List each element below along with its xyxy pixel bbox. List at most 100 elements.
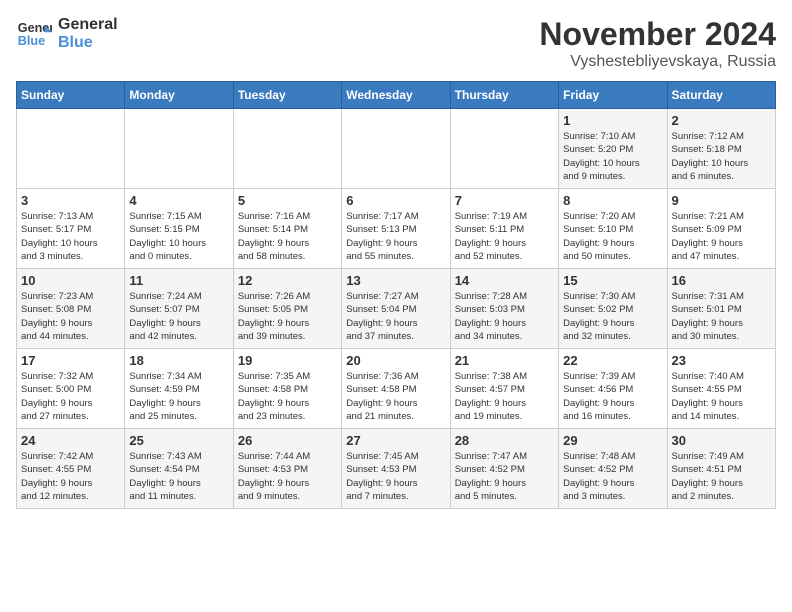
calendar-cell: 7 Sunrise: 7:19 AM Sunset: 5:11 PM Daylig… — [450, 189, 558, 269]
day-info: Sunrise: 7:43 AM Sunset: 4:54 PM Dayligh… — [129, 450, 228, 503]
calendar-cell: 29 Sunrise: 7:48 AM Sunset: 4:52 PM Dayli… — [559, 429, 667, 509]
day-number: 14 — [455, 273, 554, 288]
calendar-table: SundayMondayTuesdayWednesdayThursdayFrid… — [16, 81, 776, 509]
day-info: Sunrise: 7:15 AM Sunset: 5:15 PM Dayligh… — [129, 210, 228, 263]
day-number: 2 — [672, 113, 771, 128]
day-number: 25 — [129, 433, 228, 448]
day-number: 29 — [563, 433, 662, 448]
calendar-cell: 8 Sunrise: 7:20 AM Sunset: 5:10 PM Daylig… — [559, 189, 667, 269]
calendar-cell: 13 Sunrise: 7:27 AM Sunset: 5:04 PM Dayli… — [342, 269, 450, 349]
calendar-week-row: 17 Sunrise: 7:32 AM Sunset: 5:00 PM Dayli… — [17, 349, 776, 429]
logo-general: General — [58, 16, 118, 34]
calendar-cell — [450, 109, 558, 189]
calendar-cell: 5Sunrise: 7:16 AM Sunset: 5:14 PM Daylig… — [233, 189, 341, 269]
calendar-cell: 6Sunrise: 7:17 AM Sunset: 5:13 PM Daylig… — [342, 189, 450, 269]
calendar-cell: 21Sunrise: 7:38 AM Sunset: 4:57 PM Dayli… — [450, 349, 558, 429]
calendar-cell — [342, 109, 450, 189]
day-info: Sunrise: 7:36 AM Sunset: 4:58 PM Dayligh… — [346, 370, 445, 423]
calendar-cell: 23Sunrise: 7:40 AM Sunset: 4:55 PM Dayli… — [667, 349, 775, 429]
calendar-cell: 19 Sunrise: 7:35 AM Sunset: 4:58 PM Dayli… — [233, 349, 341, 429]
calendar-cell — [233, 109, 341, 189]
day-info: Sunrise: 7:24 AM Sunset: 5:07 PM Dayligh… — [129, 290, 228, 343]
day-info: Sunrise: 7:39 AM Sunset: 4:56 PM Dayligh… — [563, 370, 662, 423]
day-number: 9 — [672, 193, 771, 208]
month-title: November 2024 — [539, 16, 776, 53]
svg-text:Blue: Blue — [18, 34, 45, 48]
calendar-cell: 2 Sunrise: 7:12 AM Sunset: 5:18 PM Daylig… — [667, 109, 775, 189]
calendar-cell: 27 Sunrise: 7:45 AM Sunset: 4:53 PM Dayli… — [342, 429, 450, 509]
calendar-cell: 22 Sunrise: 7:39 AM Sunset: 4:56 PM Dayli… — [559, 349, 667, 429]
calendar-cell: 17 Sunrise: 7:32 AM Sunset: 5:00 PM Dayli… — [17, 349, 125, 429]
day-info: Sunrise: 7:49 AM Sunset: 4:51 PM Dayligh… — [672, 450, 771, 503]
calendar-cell: 16 Sunrise: 7:31 AM Sunset: 5:01 PM Dayli… — [667, 269, 775, 349]
day-info: Sunrise: 7:20 AM Sunset: 5:10 PM Dayligh… — [563, 210, 662, 263]
day-header-saturday: Saturday — [667, 82, 775, 109]
day-number: 26 — [238, 433, 337, 448]
day-number: 4 — [129, 193, 228, 208]
day-number: 28 — [455, 433, 554, 448]
calendar-cell: 3Sunrise: 7:13 AM Sunset: 5:17 PM Daylig… — [17, 189, 125, 269]
day-info: Sunrise: 7:21 AM Sunset: 5:09 PM Dayligh… — [672, 210, 771, 263]
day-info: Sunrise: 7:27 AM Sunset: 5:04 PM Dayligh… — [346, 290, 445, 343]
calendar-week-row: 3Sunrise: 7:13 AM Sunset: 5:17 PM Daylig… — [17, 189, 776, 269]
calendar-cell: 10 Sunrise: 7:23 AM Sunset: 5:08 PM Dayli… — [17, 269, 125, 349]
day-info: Sunrise: 7:23 AM Sunset: 5:08 PM Dayligh… — [21, 290, 120, 343]
calendar-cell: 1 Sunrise: 7:10 AM Sunset: 5:20 PM Daylig… — [559, 109, 667, 189]
title-area: November 2024 Vyshestebliyevskaya, Russi… — [539, 16, 776, 71]
day-number: 22 — [563, 353, 662, 368]
day-number: 13 — [346, 273, 445, 288]
calendar-header-row: SundayMondayTuesdayWednesdayThursdayFrid… — [17, 82, 776, 109]
calendar-week-row: 24Sunrise: 7:42 AM Sunset: 4:55 PM Dayli… — [17, 429, 776, 509]
day-number: 15 — [563, 273, 662, 288]
day-number: 12 — [238, 273, 337, 288]
day-number: 17 — [21, 353, 120, 368]
day-number: 3 — [21, 193, 120, 208]
calendar-cell — [125, 109, 233, 189]
calendar-body: 1 Sunrise: 7:10 AM Sunset: 5:20 PM Daylig… — [17, 109, 776, 509]
calendar-cell: 26 Sunrise: 7:44 AM Sunset: 4:53 PM Dayli… — [233, 429, 341, 509]
calendar-cell: 9 Sunrise: 7:21 AM Sunset: 5:09 PM Daylig… — [667, 189, 775, 269]
day-info: Sunrise: 7:34 AM Sunset: 4:59 PM Dayligh… — [129, 370, 228, 423]
day-info: Sunrise: 7:35 AM Sunset: 4:58 PM Dayligh… — [238, 370, 337, 423]
day-info: Sunrise: 7:28 AM Sunset: 5:03 PM Dayligh… — [455, 290, 554, 343]
day-info: Sunrise: 7:44 AM Sunset: 4:53 PM Dayligh… — [238, 450, 337, 503]
day-number: 19 — [238, 353, 337, 368]
day-header-thursday: Thursday — [450, 82, 558, 109]
day-number: 8 — [563, 193, 662, 208]
day-number: 1 — [563, 113, 662, 128]
day-info: Sunrise: 7:31 AM Sunset: 5:01 PM Dayligh… — [672, 290, 771, 343]
calendar-cell: 18 Sunrise: 7:34 AM Sunset: 4:59 PM Dayli… — [125, 349, 233, 429]
day-header-wednesday: Wednesday — [342, 82, 450, 109]
day-info: Sunrise: 7:30 AM Sunset: 5:02 PM Dayligh… — [563, 290, 662, 343]
calendar-cell: 20Sunrise: 7:36 AM Sunset: 4:58 PM Dayli… — [342, 349, 450, 429]
day-number: 21 — [455, 353, 554, 368]
day-number: 10 — [21, 273, 120, 288]
day-info: Sunrise: 7:32 AM Sunset: 5:00 PM Dayligh… — [21, 370, 120, 423]
calendar-week-row: 1 Sunrise: 7:10 AM Sunset: 5:20 PM Daylig… — [17, 109, 776, 189]
day-info: Sunrise: 7:45 AM Sunset: 4:53 PM Dayligh… — [346, 450, 445, 503]
logo: General Blue General Blue — [16, 16, 118, 52]
day-number: 11 — [129, 273, 228, 288]
day-number: 18 — [129, 353, 228, 368]
day-header-tuesday: Tuesday — [233, 82, 341, 109]
day-header-friday: Friday — [559, 82, 667, 109]
calendar-cell: 12 Sunrise: 7:26 AM Sunset: 5:05 PM Dayli… — [233, 269, 341, 349]
calendar-cell: 4 Sunrise: 7:15 AM Sunset: 5:15 PM Daylig… — [125, 189, 233, 269]
day-header-monday: Monday — [125, 82, 233, 109]
logo-blue: Blue — [58, 34, 118, 52]
day-info: Sunrise: 7:48 AM Sunset: 4:52 PM Dayligh… — [563, 450, 662, 503]
day-number: 16 — [672, 273, 771, 288]
day-info: Sunrise: 7:10 AM Sunset: 5:20 PM Dayligh… — [563, 130, 662, 183]
day-number: 6 — [346, 193, 445, 208]
calendar-cell: 15 Sunrise: 7:30 AM Sunset: 5:02 PM Dayli… — [559, 269, 667, 349]
calendar-week-row: 10 Sunrise: 7:23 AM Sunset: 5:08 PM Dayli… — [17, 269, 776, 349]
day-number: 7 — [455, 193, 554, 208]
day-info: Sunrise: 7:26 AM Sunset: 5:05 PM Dayligh… — [238, 290, 337, 343]
day-info: Sunrise: 7:16 AM Sunset: 5:14 PM Dayligh… — [238, 210, 337, 263]
day-info: Sunrise: 7:19 AM Sunset: 5:11 PM Dayligh… — [455, 210, 554, 263]
day-info: Sunrise: 7:12 AM Sunset: 5:18 PM Dayligh… — [672, 130, 771, 183]
location-title: Vyshestebliyevskaya, Russia — [539, 53, 776, 71]
calendar-cell: 24Sunrise: 7:42 AM Sunset: 4:55 PM Dayli… — [17, 429, 125, 509]
day-number: 27 — [346, 433, 445, 448]
calendar-cell — [17, 109, 125, 189]
